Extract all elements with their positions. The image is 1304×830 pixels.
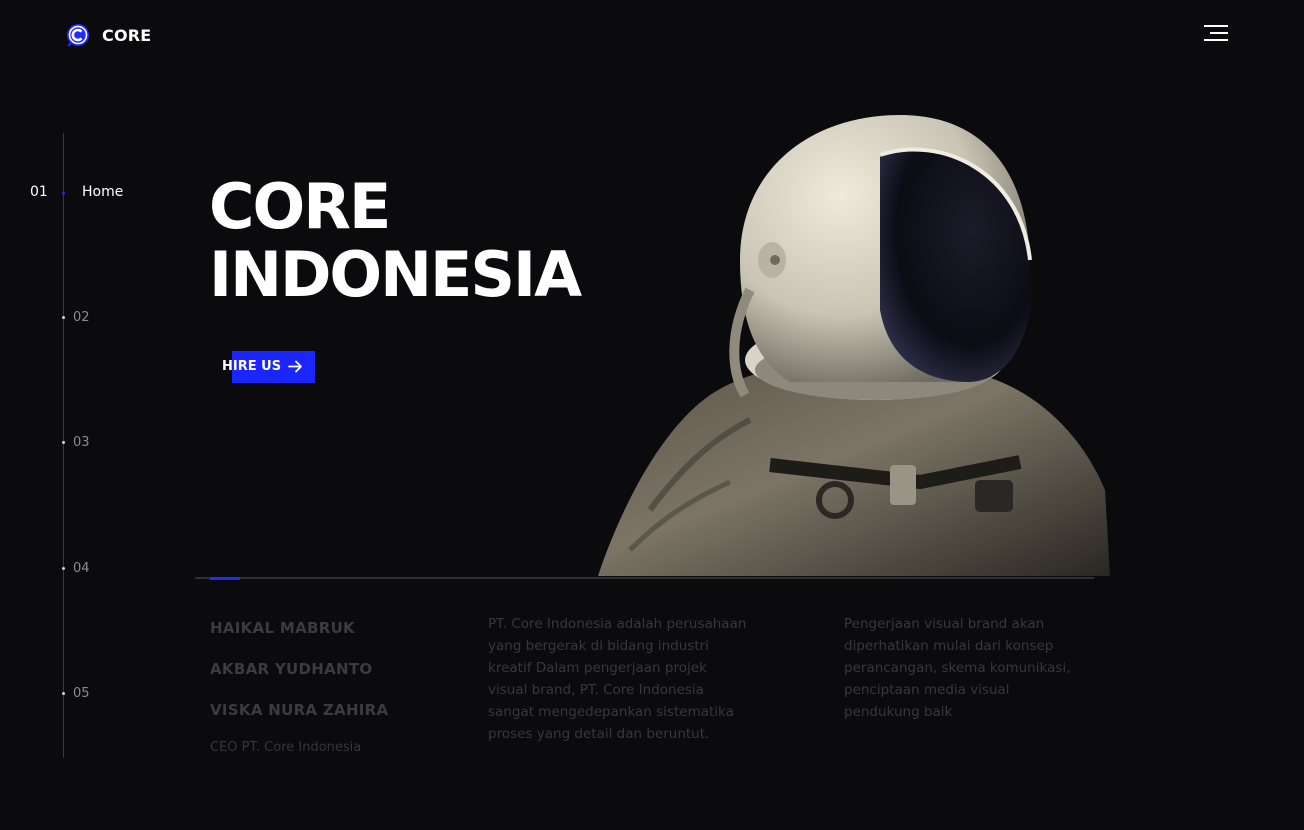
section-nav-dot-02[interactable] [62,316,65,319]
section-nav-label-home[interactable]: Home [82,184,123,200]
section-nav-dot-04[interactable] [62,567,65,570]
section-nav-dot-05[interactable] [62,692,65,695]
section-nav-number-03[interactable]: 03 [73,435,90,450]
section-nav-number-01[interactable]: 01 [30,184,48,200]
logo[interactable]: CORE [66,22,151,48]
logo-text: CORE [102,25,152,45]
arrow-right-icon[interactable] [288,359,303,374]
service-description: Pengerjaan visual brand akan diperhatika… [844,616,1071,720]
section-nav-dot-03[interactable] [62,441,65,444]
hamburger-menu-icon[interactable] [1204,24,1230,44]
team-member-name: VISKA NURA ZAHIRA [210,701,389,719]
team-member-name: HAIKAL MABRUK [210,619,355,637]
hero-title: CORE INDONESIA [209,170,582,311]
astronaut-image [598,115,1110,576]
section-nav-dot-01[interactable] [62,192,65,195]
company-description: PT. Core Indonesia adalah perusahaan yan… [488,616,747,742]
team-member-name: AKBAR YUDHANTO [210,660,373,678]
hero-title-line-1: CORE [209,170,391,243]
section-nav-number-02[interactable]: 02 [73,310,90,325]
team-role: CEO PT. Core Indonesia [210,740,362,755]
section-nav-number-04[interactable]: 04 [73,561,90,576]
hero-divider [195,577,1094,579]
hire-us-label[interactable]: HIRE US [222,359,281,374]
hero-title-line-2: INDONESIA [209,238,582,311]
section-nav-line [63,133,64,758]
section-nav-number-05[interactable]: 05 [73,686,90,701]
c-logo-icon [67,24,89,47]
slide-progress-indicator [210,577,240,580]
page: CORE 01 Home 02 03 04 05 CORE INDONESIA … [0,0,1304,830]
